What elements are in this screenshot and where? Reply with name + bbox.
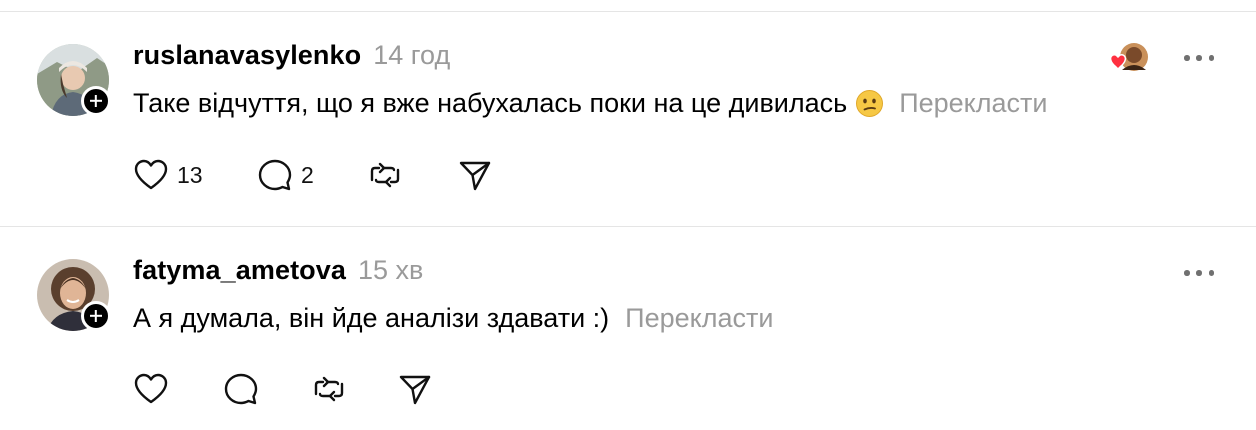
more-options-button[interactable] (1184, 268, 1214, 278)
more-icon-dot (1196, 270, 1202, 276)
liked-by-avatars[interactable] (1108, 42, 1148, 74)
post-time: 15 хв (358, 255, 424, 285)
like-button[interactable]: 13 (133, 158, 257, 192)
share-icon (459, 161, 491, 191)
follow-plus-icon[interactable] (81, 301, 111, 331)
post-time: 14 год (373, 40, 451, 70)
share-icon (399, 375, 431, 405)
comment-icon (224, 373, 258, 405)
repost-button[interactable] (311, 372, 397, 406)
like-count: 13 (177, 161, 203, 188)
username[interactable]: fatyma_ametova (133, 255, 346, 286)
post-item: fatyma_ametova 15 хв А я думала, він йде… (0, 226, 1256, 430)
more-icon-dot (1208, 270, 1214, 276)
like-button[interactable] (133, 372, 223, 406)
more-icon-dot (1184, 55, 1190, 61)
post-text: Таке відчуття, що я вже набухалась поки … (133, 88, 848, 118)
heart-icon (134, 373, 168, 404)
translate-link[interactable]: Перекласти (899, 88, 1047, 119)
translate-link[interactable]: Перекласти (625, 303, 773, 334)
post-item: ruslanavasylenko 14 год Таке відчуття, щ… (0, 0, 1256, 225)
more-icon-dot (1208, 55, 1214, 61)
more-options-button[interactable] (1184, 53, 1214, 63)
share-button[interactable] (397, 372, 457, 406)
repost-icon (314, 376, 344, 402)
reply-count: 2 (301, 161, 314, 188)
more-icon-dot (1196, 55, 1202, 61)
share-button[interactable] (457, 158, 517, 192)
reply-button[interactable] (223, 372, 311, 406)
post-text: А я думала, він йде аналізи здавати :) (133, 303, 610, 333)
heart-icon (134, 159, 168, 190)
reply-button[interactable]: 2 (257, 158, 367, 192)
repost-icon (370, 162, 400, 188)
more-icon-dot (1184, 270, 1190, 276)
repost-button[interactable] (367, 158, 457, 192)
username[interactable]: ruslanavasylenko (133, 40, 361, 71)
confused-face-emoji-icon (856, 90, 884, 117)
comment-icon (258, 159, 292, 191)
follow-plus-icon[interactable] (81, 86, 111, 116)
